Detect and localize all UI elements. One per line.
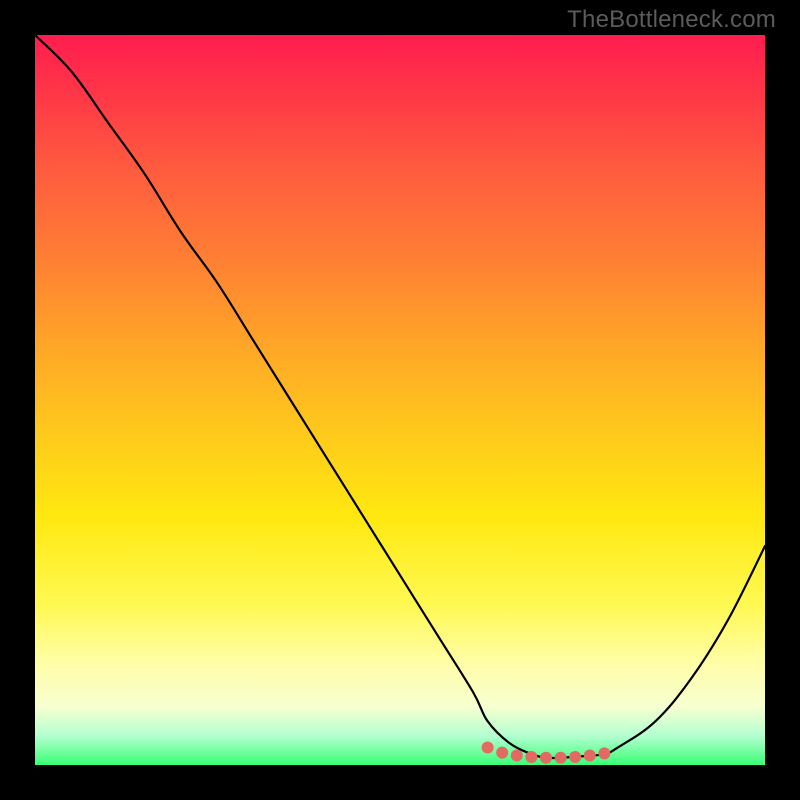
highlight-dot <box>511 750 523 762</box>
highlight-dot <box>598 747 610 759</box>
curve-layer <box>35 35 765 765</box>
highlight-dot <box>584 750 596 762</box>
highlight-dot <box>569 751 581 763</box>
highlight-dot <box>525 751 537 763</box>
chart-frame: TheBottleneck.com <box>0 0 800 800</box>
highlight-dots <box>482 741 611 763</box>
highlight-dot <box>496 747 508 759</box>
highlight-dot <box>555 752 567 764</box>
highlight-dot <box>540 752 552 764</box>
plot-area <box>35 35 765 765</box>
highlight-dot <box>482 741 494 753</box>
watermark-text: TheBottleneck.com <box>567 6 776 34</box>
bottleneck-curve <box>35 35 765 758</box>
